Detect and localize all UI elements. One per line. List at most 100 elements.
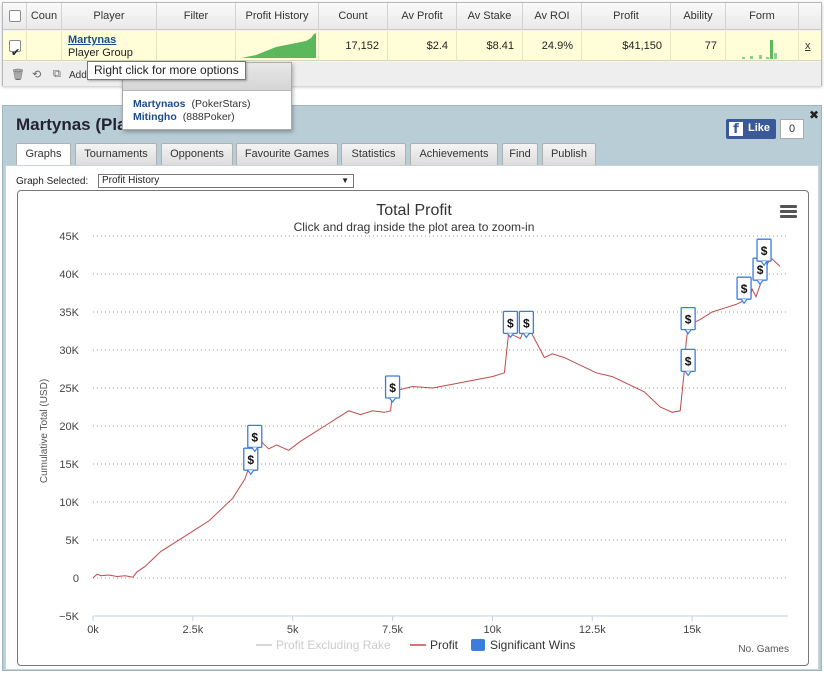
table-row[interactable]: Martynas Player Group 17,152 $2.4 $8.41 …	[3, 31, 821, 61]
dollar-icon: $	[389, 381, 396, 395]
col-ability[interactable]: Ability	[671, 3, 726, 30]
graph-selected-label: Graph Selected:	[16, 176, 89, 187]
row-remove-link[interactable]: x	[805, 40, 811, 52]
player-type-label: Player Group	[68, 47, 133, 59]
row-profit: $41,150	[582, 31, 671, 61]
y-tick-label: 30K	[59, 345, 79, 357]
dollar-icon: $	[741, 282, 748, 296]
col-player[interactable]: Player	[62, 3, 157, 30]
facebook-like-button[interactable]: f Like	[726, 119, 776, 139]
tab-publish[interactable]: Publish	[542, 143, 596, 165]
profit-chart[interactable]: −5K 0 5K 10K 15K 20K 25K 30K 35K 40K 45K 0k 2.5k 5k 7…	[17, 190, 809, 666]
player-name-link[interactable]: Martynas	[68, 34, 116, 46]
y-axis-ticks: −5K 0 5K 10K 15K 20K 25K 30K 35K 40K 45K	[59, 231, 80, 623]
col-av-stake[interactable]: Av Stake	[457, 3, 523, 30]
row-checkbox[interactable]	[9, 38, 21, 61]
significant-wins-markers: $ $ $ $ $ $ $ $ $ $	[243, 238, 772, 476]
col-profit[interactable]: Profit	[582, 3, 671, 30]
dollar-icon: $	[507, 316, 514, 330]
member-name[interactable]: Martynaos	[133, 98, 186, 110]
add-group-icon[interactable]: ⧉	[53, 68, 61, 81]
chart-subtitle: Click and drag inside the plot area to z…	[294, 220, 535, 234]
facebook-icon: f	[729, 122, 743, 137]
x-axis-ticks: 0k 2.5k 5k 7.5k 10k 12.5k 15k	[87, 616, 701, 636]
right-click-tooltip: Right click for more options	[87, 61, 246, 80]
tab-tournaments[interactable]: Tournaments	[75, 143, 157, 165]
row-profit-history-cell	[236, 31, 319, 61]
select-all-checkbox[interactable]	[9, 10, 21, 22]
dollar-icon: $	[761, 244, 768, 258]
trash-icon[interactable]: 🗑	[11, 68, 25, 81]
y-tick-label: −5K	[59, 611, 80, 623]
y-tick-label: 35K	[59, 307, 79, 319]
col-profit-history[interactable]: Profit History	[236, 3, 319, 30]
dollar-icon: $	[251, 430, 258, 444]
significant-win-marker: $	[243, 447, 259, 476]
col-count[interactable]: Count	[319, 3, 388, 30]
tab-statistics[interactable]: Statistics	[341, 143, 406, 165]
tab-find[interactable]: Find	[502, 143, 538, 165]
row-ability: 77	[671, 31, 726, 61]
grid-header: Coun Player Filter Profit History Count …	[3, 3, 821, 30]
significant-win-marker: $	[384, 375, 401, 403]
tab-graphs[interactable]: Graphs	[16, 143, 71, 166]
row-av-roi: 24.9%	[523, 31, 582, 61]
dollar-icon: $	[757, 263, 764, 277]
col-count-short[interactable]: Coun	[27, 3, 62, 30]
significant-win-marker: $	[756, 238, 772, 267]
select-all-cell	[3, 3, 27, 30]
member-network: (PokerStars)	[191, 98, 251, 110]
member-network: (888Poker)	[182, 111, 235, 123]
col-av-roi[interactable]: Av ROI	[523, 3, 582, 30]
y-tick-label: 5K	[66, 535, 80, 547]
series-line-profit	[92, 258, 781, 579]
significant-win-marker: $	[518, 310, 535, 339]
y-tick-label: 20K	[59, 421, 79, 433]
col-av-profit[interactable]: Av Profit	[388, 3, 457, 30]
row-count-short-cell	[27, 31, 62, 61]
like-count: 0	[780, 119, 804, 139]
significant-win-marker: $	[680, 348, 696, 377]
group-member[interactable]: Mitingho (888Poker)	[133, 111, 235, 123]
col-form[interactable]: Form	[726, 3, 799, 30]
form-sparkline	[742, 40, 777, 59]
chart-canvas[interactable]: −5K 0 5K 10K 15K 20K 25K 30K 35K 40K 45K 0k 2.5k 5k 7…	[18, 191, 808, 665]
y-axis-label: Cumulative Total (USD)	[39, 379, 50, 483]
group-member[interactable]: Martynaos (PokerStars)	[133, 98, 250, 110]
chevron-down-icon: ▼	[341, 176, 349, 185]
row-av-profit: $2.4	[388, 31, 457, 61]
dollar-icon: $	[685, 354, 692, 368]
x-tick-label: 12.5k	[579, 624, 606, 636]
graph-select[interactable]: Profit History ▼	[98, 174, 354, 188]
y-tick-label: 10K	[59, 497, 79, 509]
col-remove	[799, 3, 821, 30]
row-av-stake: $8.41	[457, 31, 523, 61]
dollar-icon: $	[685, 313, 692, 327]
col-filter[interactable]: Filter	[157, 3, 236, 30]
x-tick-label: 15k	[683, 624, 701, 636]
significant-win-marker: $	[736, 276, 752, 305]
legend-label: Profit	[430, 638, 459, 652]
chart-menu-icon[interactable]	[780, 205, 797, 218]
refresh-icon[interactable]: ⟲	[32, 68, 41, 81]
graphs-tab-content: Graph Selected: Profit History ▼ −5K 0 5K 1…	[5, 165, 819, 670]
player-panel: Martynas (Pla f Like 0 ✖ Graphs Tourname…	[2, 105, 822, 671]
tab-favourite-games[interactable]: Favourite Games	[236, 143, 338, 165]
graph-select-value: Profit History	[102, 175, 160, 186]
add-button-label[interactable]: Add	[69, 70, 87, 81]
close-icon[interactable]: ✖	[809, 108, 819, 122]
x-tick-label: 2.5k	[182, 624, 203, 636]
legend-label: Significant Wins	[490, 638, 575, 652]
legend-item-profit-excluding-rake: Profit Excluding Rake	[256, 638, 391, 652]
tab-achievements[interactable]: Achievements	[410, 143, 498, 165]
row-form-cell	[726, 31, 799, 61]
chart-legend: Profit Excluding Rake Profit Significant W…	[256, 638, 575, 652]
y-tick-label: 15K	[59, 459, 79, 471]
legend-item-profit: Profit	[410, 638, 459, 652]
member-name[interactable]: Mitingho	[133, 111, 177, 123]
y-tick-label: 0	[73, 573, 79, 585]
y-tick-label: 25K	[59, 383, 79, 395]
x-axis-label: No. Games	[738, 644, 789, 655]
tab-opponents[interactable]: Opponents	[161, 143, 233, 165]
chart-gridlines	[93, 235, 788, 617]
